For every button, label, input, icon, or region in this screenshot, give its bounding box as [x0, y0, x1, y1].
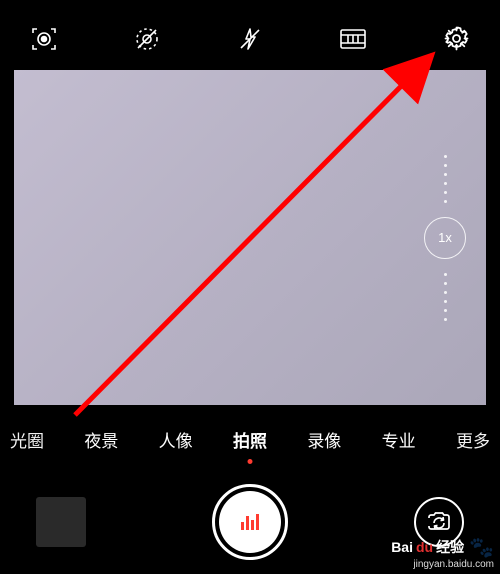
watermark-suffix: 经验 [436, 540, 464, 555]
mode-aperture[interactable]: 光圈 [10, 427, 44, 452]
watermark-brand-right: du [416, 540, 433, 555]
mode-photo-label: 拍照 [233, 432, 267, 451]
ai-bars-icon [241, 514, 259, 530]
shutter-button[interactable] [212, 484, 288, 560]
mode-selector[interactable]: 光圈 夜景 人像 拍照 录像 专业 更多 [0, 405, 500, 460]
shutter-inner [219, 491, 281, 553]
mode-video[interactable]: 录像 [307, 427, 341, 452]
active-mode-indicator [247, 459, 252, 464]
zoom-scale-top [444, 155, 447, 203]
lens-mode-icon[interactable] [30, 25, 58, 53]
mode-pro[interactable]: 专业 [382, 427, 416, 452]
settings-icon[interactable] [442, 25, 470, 53]
zoom-scale-bottom [444, 273, 447, 321]
filter-icon[interactable] [339, 25, 367, 53]
zoom-badge[interactable]: 1x [424, 217, 466, 259]
mode-night[interactable]: 夜景 [84, 427, 118, 452]
paw-icon: 🐾 [469, 537, 494, 559]
watermark-url: jingyan.baidu.com [391, 559, 494, 570]
flash-off-icon[interactable] [236, 25, 264, 53]
gallery-thumbnail[interactable] [36, 497, 86, 547]
top-toolbar [0, 0, 500, 70]
camera-viewfinder[interactable]: 1x [14, 70, 486, 405]
mode-portrait[interactable]: 人像 [159, 427, 193, 452]
live-photo-off-icon[interactable] [133, 25, 161, 53]
watermark: Baidu 经验 🐾 jingyan.baidu.com [391, 537, 494, 570]
zoom-control[interactable]: 1x [424, 155, 466, 321]
mode-photo[interactable]: 拍照 [233, 427, 267, 452]
mode-more[interactable]: 更多 [456, 427, 490, 452]
watermark-brand-left: Bai [391, 540, 413, 555]
